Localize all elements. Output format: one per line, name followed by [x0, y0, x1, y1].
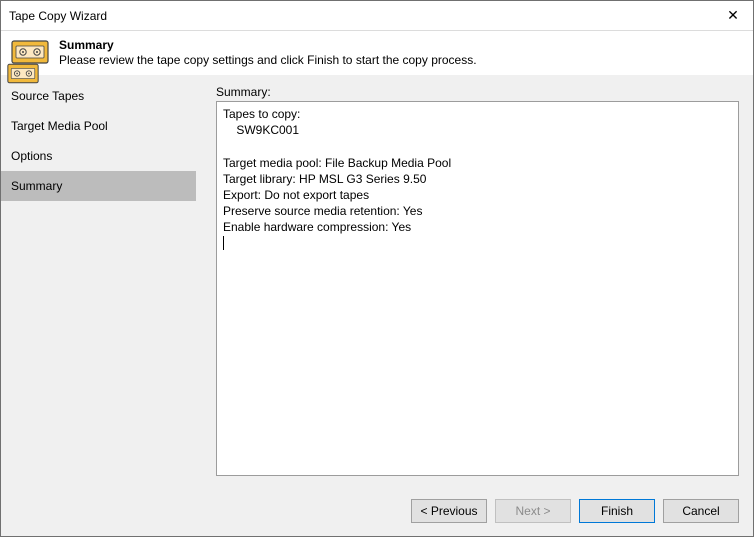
- sidebar-item-target-media-pool[interactable]: Target Media Pool: [1, 111, 196, 141]
- header-title: Summary: [59, 37, 743, 52]
- wizard-body: Source Tapes Target Media Pool Options S…: [1, 75, 753, 486]
- close-icon[interactable]: ✕: [713, 2, 753, 30]
- summary-textbox[interactable]: Tapes to copy: SW9KC001 Target media poo…: [216, 101, 739, 476]
- header-text-block: Summary Please review the tape copy sett…: [59, 37, 743, 67]
- wizard-window: Tape Copy Wizard ✕ Summary Please review…: [0, 0, 754, 537]
- previous-button[interactable]: < Previous: [411, 499, 487, 523]
- summary-text: Tapes to copy: SW9KC001 Target media poo…: [223, 107, 451, 234]
- summary-label: Summary:: [216, 85, 739, 99]
- tape-icon: [7, 63, 45, 87]
- sidebar: Source Tapes Target Media Pool Options S…: [1, 75, 196, 486]
- sidebar-item-options[interactable]: Options: [1, 141, 196, 171]
- sidebar-item-summary[interactable]: Summary: [1, 171, 196, 201]
- titlebar: Tape Copy Wizard ✕: [1, 1, 753, 31]
- text-caret: [223, 236, 224, 250]
- header-subtitle: Please review the tape copy settings and…: [59, 52, 743, 67]
- wizard-footer: < Previous Next > Finish Cancel: [1, 486, 753, 536]
- window-title: Tape Copy Wizard: [9, 9, 107, 23]
- wizard-content: Summary: Tapes to copy: SW9KC001 Target …: [196, 75, 753, 486]
- cancel-button[interactable]: Cancel: [663, 499, 739, 523]
- finish-button[interactable]: Finish: [579, 499, 655, 523]
- next-button: Next >: [495, 499, 571, 523]
- wizard-header: Summary Please review the tape copy sett…: [1, 31, 753, 75]
- tape-icon: [11, 40, 49, 64]
